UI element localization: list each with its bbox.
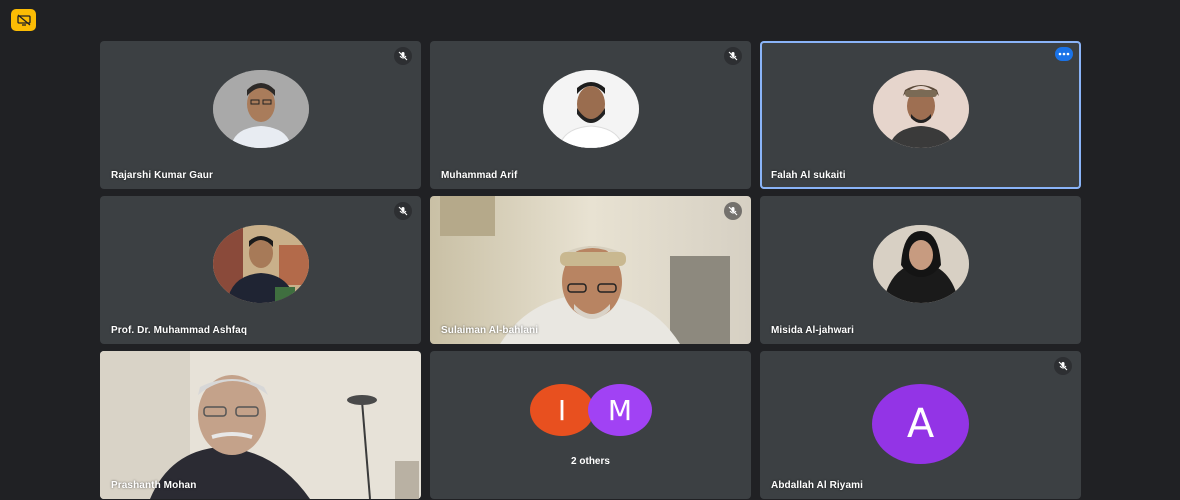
participant-tile[interactable]: Prof. Dr. Muhammad Ashfaq [100, 196, 421, 344]
participant-tile[interactable]: A Abdallah Al Riyami [760, 351, 1081, 499]
participant-tile[interactable]: Muhammad Arif [430, 41, 751, 189]
participant-video [100, 351, 421, 499]
participant-grid: Rajarshi Kumar Gaur Muhammad Arif Falah … [100, 41, 1081, 499]
participant-video [430, 196, 751, 344]
mic-off-icon [724, 47, 742, 65]
avatar-initial: I [557, 393, 567, 427]
participant-name: Sulaiman Al-bahlani [441, 325, 539, 336]
mic-off-icon [1054, 357, 1072, 375]
more-horizontal-icon [1058, 52, 1070, 56]
mic-off-icon [724, 202, 742, 220]
participant-tile-active[interactable]: Falah Al sukaiti [760, 41, 1081, 189]
avatar-initial: M [607, 393, 633, 427]
participant-name: Prof. Dr. Muhammad Ashfaq [111, 325, 248, 336]
participant-name: Misida Al-jahwari [771, 325, 855, 336]
participant-tile[interactable]: Misida Al-jahwari [760, 196, 1081, 344]
participant-video-tile[interactable]: Sulaiman Al-bahlani [430, 196, 751, 344]
mic-off-icon [394, 202, 412, 220]
presentation-off-icon [16, 14, 31, 26]
participant-avatar [212, 225, 309, 303]
participant-avatar [872, 70, 969, 148]
participant-video-tile[interactable]: Prashanth Mohan [100, 351, 421, 499]
avatar-initial: A [906, 401, 935, 447]
more-options-button[interactable] [1055, 47, 1073, 61]
participant-initial-avatar: M [588, 384, 652, 436]
participant-name: Falah Al sukaiti [771, 170, 846, 181]
participant-initial-avatar: A [872, 384, 969, 464]
others-tile[interactable]: I M 2 others [430, 351, 751, 499]
mic-off-icon [394, 47, 412, 65]
participant-initial-avatar: I [530, 384, 594, 436]
participant-name: Abdallah Al Riyami [771, 480, 864, 491]
others-count-label: 2 others [571, 456, 610, 467]
participant-name: Rajarshi Kumar Gaur [111, 170, 213, 181]
participant-avatar [542, 70, 639, 148]
participant-avatar [212, 70, 309, 148]
participant-tile[interactable]: Rajarshi Kumar Gaur [100, 41, 421, 189]
participant-avatar [872, 225, 969, 303]
participant-name: Muhammad Arif [441, 170, 518, 181]
present-now-button[interactable] [11, 9, 36, 31]
participant-name: Prashanth Mohan [111, 480, 197, 491]
